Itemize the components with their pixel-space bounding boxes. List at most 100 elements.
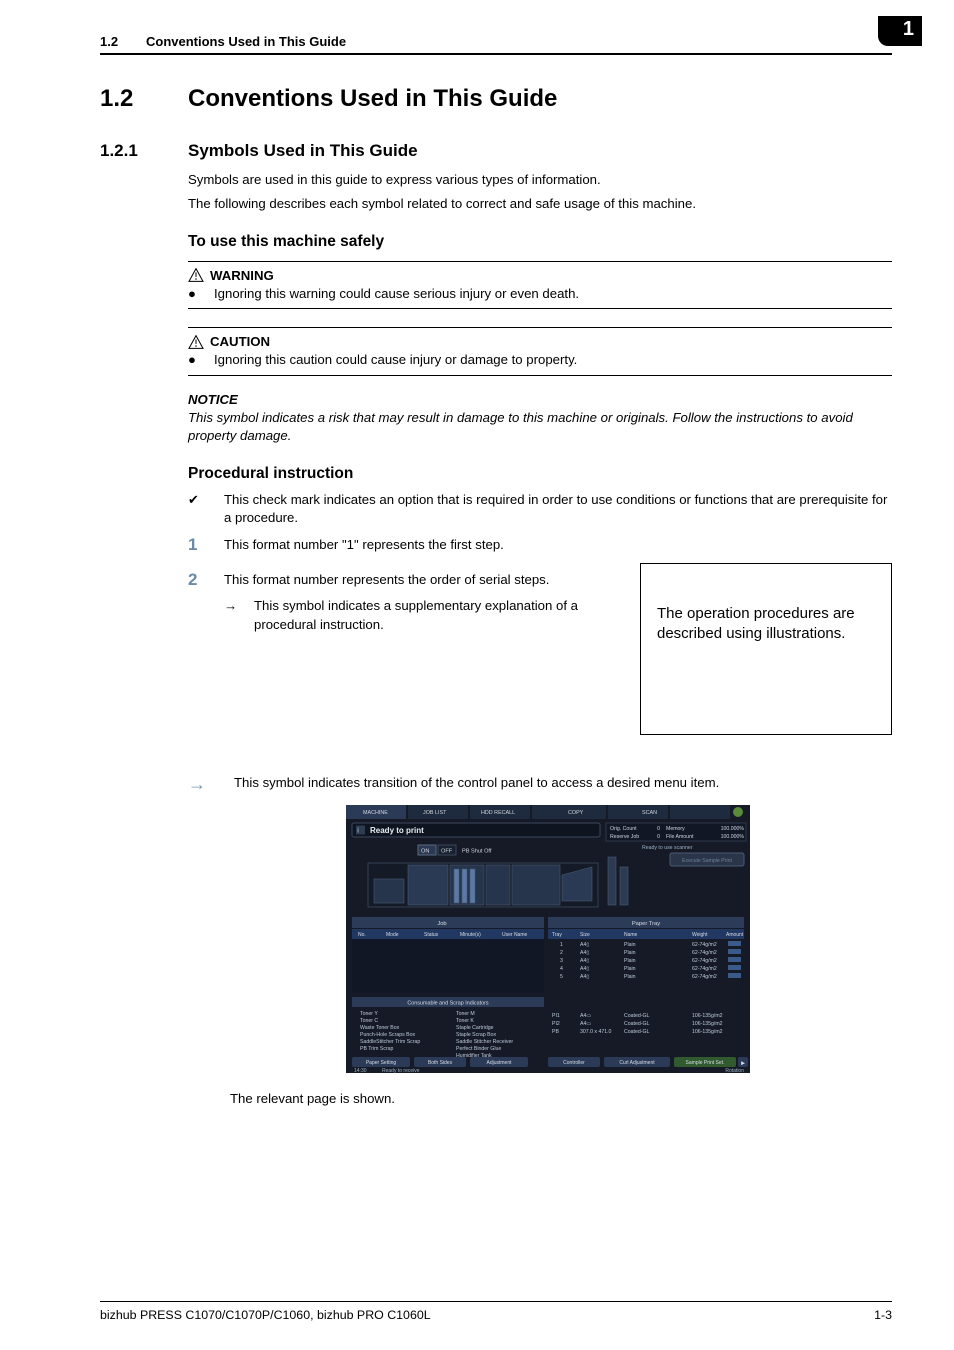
svg-text:0: 0 [657,834,660,840]
svg-text:ON: ON [421,848,429,854]
section-heading: 1.2 Conventions Used in This Guide [100,85,892,113]
svg-text:62-74g/m2: 62-74g/m2 [692,966,717,972]
divider [188,375,892,376]
notice-label: NOTICE [188,392,892,407]
svg-text:A4▯: A4▯ [580,958,589,964]
svg-text:Toner C: Toner C [360,1018,378,1024]
svg-text:PI1: PI1 [552,1013,560,1019]
svg-text:Execute Sample Print: Execute Sample Print [682,858,732,864]
svg-text:62-74g/m2: 62-74g/m2 [692,958,717,964]
warning-text: Ignoring this warning could cause seriou… [214,285,579,303]
chapter-tab: 1 [878,16,922,46]
svg-text:Minute(s): Minute(s) [460,932,481,938]
svg-text:Waste Toner Box: Waste Toner Box [360,1025,400,1031]
svg-text:62-74g/m2: 62-74g/m2 [692,950,717,956]
step-2-row: 2 This format number represents the orde… [188,571,618,590]
svg-text:MACHINE: MACHINE [363,810,388,816]
caution-triangle-icon [188,335,204,349]
transition-arrow-icon: → [188,775,208,793]
svg-text:100.000%: 100.000% [721,826,745,832]
warning-label: WARNING [188,268,892,283]
svg-text:Ready to print: Ready to print [370,826,424,835]
svg-text:100.000%: 100.000% [721,834,745,840]
svg-text:62-74g/m2: 62-74g/m2 [692,942,717,948]
svg-text:Coated-GL: Coated-GL [624,1029,649,1035]
section-title: Conventions Used in This Guide [188,85,557,113]
checkmark-icon: ✔ [188,491,204,528]
divider [188,327,892,328]
illustration-box-text: The operation procedures are described u… [657,605,855,642]
running-header: 1.2 Conventions Used in This Guide [100,34,892,49]
svg-text:Staple Scrap Box: Staple Scrap Box [456,1032,496,1038]
step-1-text: This format number "1" represents the fi… [224,536,504,555]
svg-text:Consumable and Scrap Indicator: Consumable and Scrap Indicators [407,1000,489,1006]
svg-text:Curl Adjustment: Curl Adjustment [619,1060,655,1066]
svg-text:106-135g/m2: 106-135g/m2 [692,1021,723,1027]
control-panel-screenshot: MACHINE JOB LIST HDD RECALL COPY SCAN i … [346,805,750,1073]
svg-text:307.0 x 471.0: 307.0 x 471.0 [580,1029,612,1035]
transition-row: → This symbol indicates transition of th… [188,775,892,793]
svg-text:Plain: Plain [624,950,636,956]
warning-bullet: ● Ignoring this warning could cause seri… [188,285,892,303]
svg-text:14:30: 14:30 [354,1068,367,1073]
svg-text:5: 5 [560,974,563,980]
svg-text:A4▭: A4▭ [580,1021,591,1027]
svg-text:2: 2 [560,950,563,956]
svg-text:User Name: User Name [502,932,528,938]
svg-text:Weight: Weight [692,932,708,938]
svg-text:Ready to receive: Ready to receive [382,1068,420,1073]
svg-text:Plain: Plain [624,966,636,972]
relevant-page-text: The relevant page is shown. [230,1091,892,1106]
svg-text:1: 1 [560,942,563,948]
svg-text:A4▯: A4▯ [580,950,589,956]
procedural-heading: Procedural instruction [188,465,892,483]
svg-text:Rotation: Rotation [725,1068,744,1073]
intro-line-2: The following describes each symbol rela… [188,195,892,213]
transition-text: This symbol indicates transition of the … [234,775,719,790]
svg-text:Plain: Plain [624,958,636,964]
caution-text: Ignoring this caution could cause injury… [214,351,577,369]
svg-text:Ready to use scanner: Ready to use scanner [642,845,693,851]
svg-text:106-135g/m2: 106-135g/m2 [692,1029,723,1035]
step-number-1: 1 [188,536,204,555]
svg-text:Orig. Count: Orig. Count [610,826,637,832]
caution-bullet: ● Ignoring this caution could cause inju… [188,351,892,369]
svg-text:Tray: Tray [552,932,562,938]
checkmark-text: This check mark indicates an option that… [224,491,892,528]
svg-text:Saddle Stitcher Receiver: Saddle Stitcher Receiver [456,1039,513,1045]
substep-row: → This symbol indicates a supplementary … [224,597,618,634]
svg-text:PB Trim Scrap: PB Trim Scrap [360,1046,394,1052]
divider [188,261,892,262]
caution-label-text: CAUTION [210,334,270,349]
svg-text:Toner M: Toner M [456,1011,475,1017]
svg-text:Job: Job [437,921,446,927]
svg-text:Reserve Job: Reserve Job [610,834,639,840]
svg-text:0: 0 [657,826,660,832]
subsection-title: Symbols Used in This Guide [188,141,418,161]
svg-text:Both Sides: Both Sides [428,1060,453,1066]
svg-text:A4▭: A4▭ [580,1013,591,1019]
svg-text:Sample Print Set.: Sample Print Set. [686,1060,725,1066]
svg-text:OFF: OFF [441,848,453,854]
warning-triangle-icon [188,268,204,282]
svg-text:Paper Tray: Paper Tray [632,921,660,927]
svg-text:Name: Name [624,932,638,938]
svg-text:No.: No. [358,932,366,938]
svg-text:Plain: Plain [624,942,636,948]
svg-text:A4▯: A4▯ [580,942,589,948]
svg-text:Toner Y: Toner Y [360,1011,378,1017]
svg-text:Size: Size [580,932,590,938]
svg-text:JOB LIST: JOB LIST [423,810,447,816]
caution-label: CAUTION [188,334,892,349]
svg-text:Staple Cartridge: Staple Cartridge [456,1025,494,1031]
step-2-text: This format number represents the order … [224,571,549,590]
header-title: Conventions Used in This Guide [146,34,346,49]
divider [188,308,892,309]
svg-text:Toner K: Toner K [456,1018,474,1024]
svg-text:Mode: Mode [386,932,399,938]
svg-text:Status: Status [424,932,439,938]
safely-heading: To use this machine safely [188,233,892,251]
subsection-heading: 1.2.1 Symbols Used in This Guide [100,141,892,161]
svg-text:Controller: Controller [563,1060,585,1066]
bullet-dot-icon: ● [188,285,194,303]
